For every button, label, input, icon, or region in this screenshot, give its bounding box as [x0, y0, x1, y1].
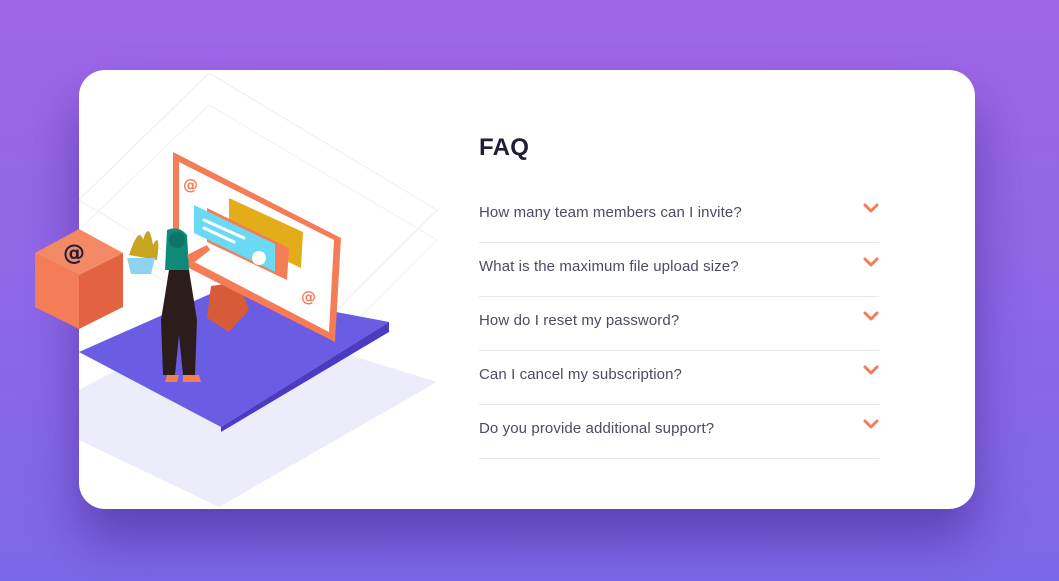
chevron-down-icon [863, 203, 879, 213]
box-at-symbol: @ [63, 241, 85, 266]
screen-card-dot [252, 251, 266, 265]
faq-section: FAQ How many team members can I invite? … [479, 130, 879, 459]
plant-leaves [129, 231, 159, 260]
faq-item[interactable]: Do you provide additional support? [479, 406, 879, 459]
faq-title: FAQ [479, 134, 530, 161]
chevron-down-icon [863, 365, 879, 375]
woman-shoe-2 [183, 375, 201, 382]
screen-at-symbol: @ [183, 176, 198, 194]
email-box-illustration: @ [33, 227, 125, 331]
faq-card: @ @ @ FAQ How many team members can I in… [35, 70, 975, 509]
chevron-down-icon [863, 257, 879, 267]
email-box-svg: @ [35, 229, 123, 329]
faq-item[interactable]: How many team members can I invite? [479, 190, 879, 243]
faq-question: What is the maximum file upload size? [479, 258, 739, 275]
woman-head [169, 232, 185, 248]
faq-question: Can I cancel my subscription? [479, 366, 682, 383]
faq-list: How many team members can I invite? What… [479, 190, 879, 459]
woman-shoe [165, 375, 179, 382]
faq-item[interactable]: What is the maximum file upload size? [479, 244, 879, 297]
woman-online-illustration: @ @ [79, 70, 459, 509]
faq-item[interactable]: How do I reset my password? [479, 298, 879, 351]
chevron-down-icon [863, 311, 879, 321]
faq-question: How do I reset my password? [479, 312, 680, 329]
screen-at-symbol-2: @ [301, 288, 316, 306]
faq-question: How many team members can I invite? [479, 204, 742, 221]
illustration-svg: @ @ [79, 72, 438, 507]
faq-item[interactable]: Can I cancel my subscription? [479, 352, 879, 405]
faq-question: Do you provide additional support? [479, 420, 715, 437]
chevron-down-icon [863, 419, 879, 429]
plant-pot [127, 258, 155, 274]
